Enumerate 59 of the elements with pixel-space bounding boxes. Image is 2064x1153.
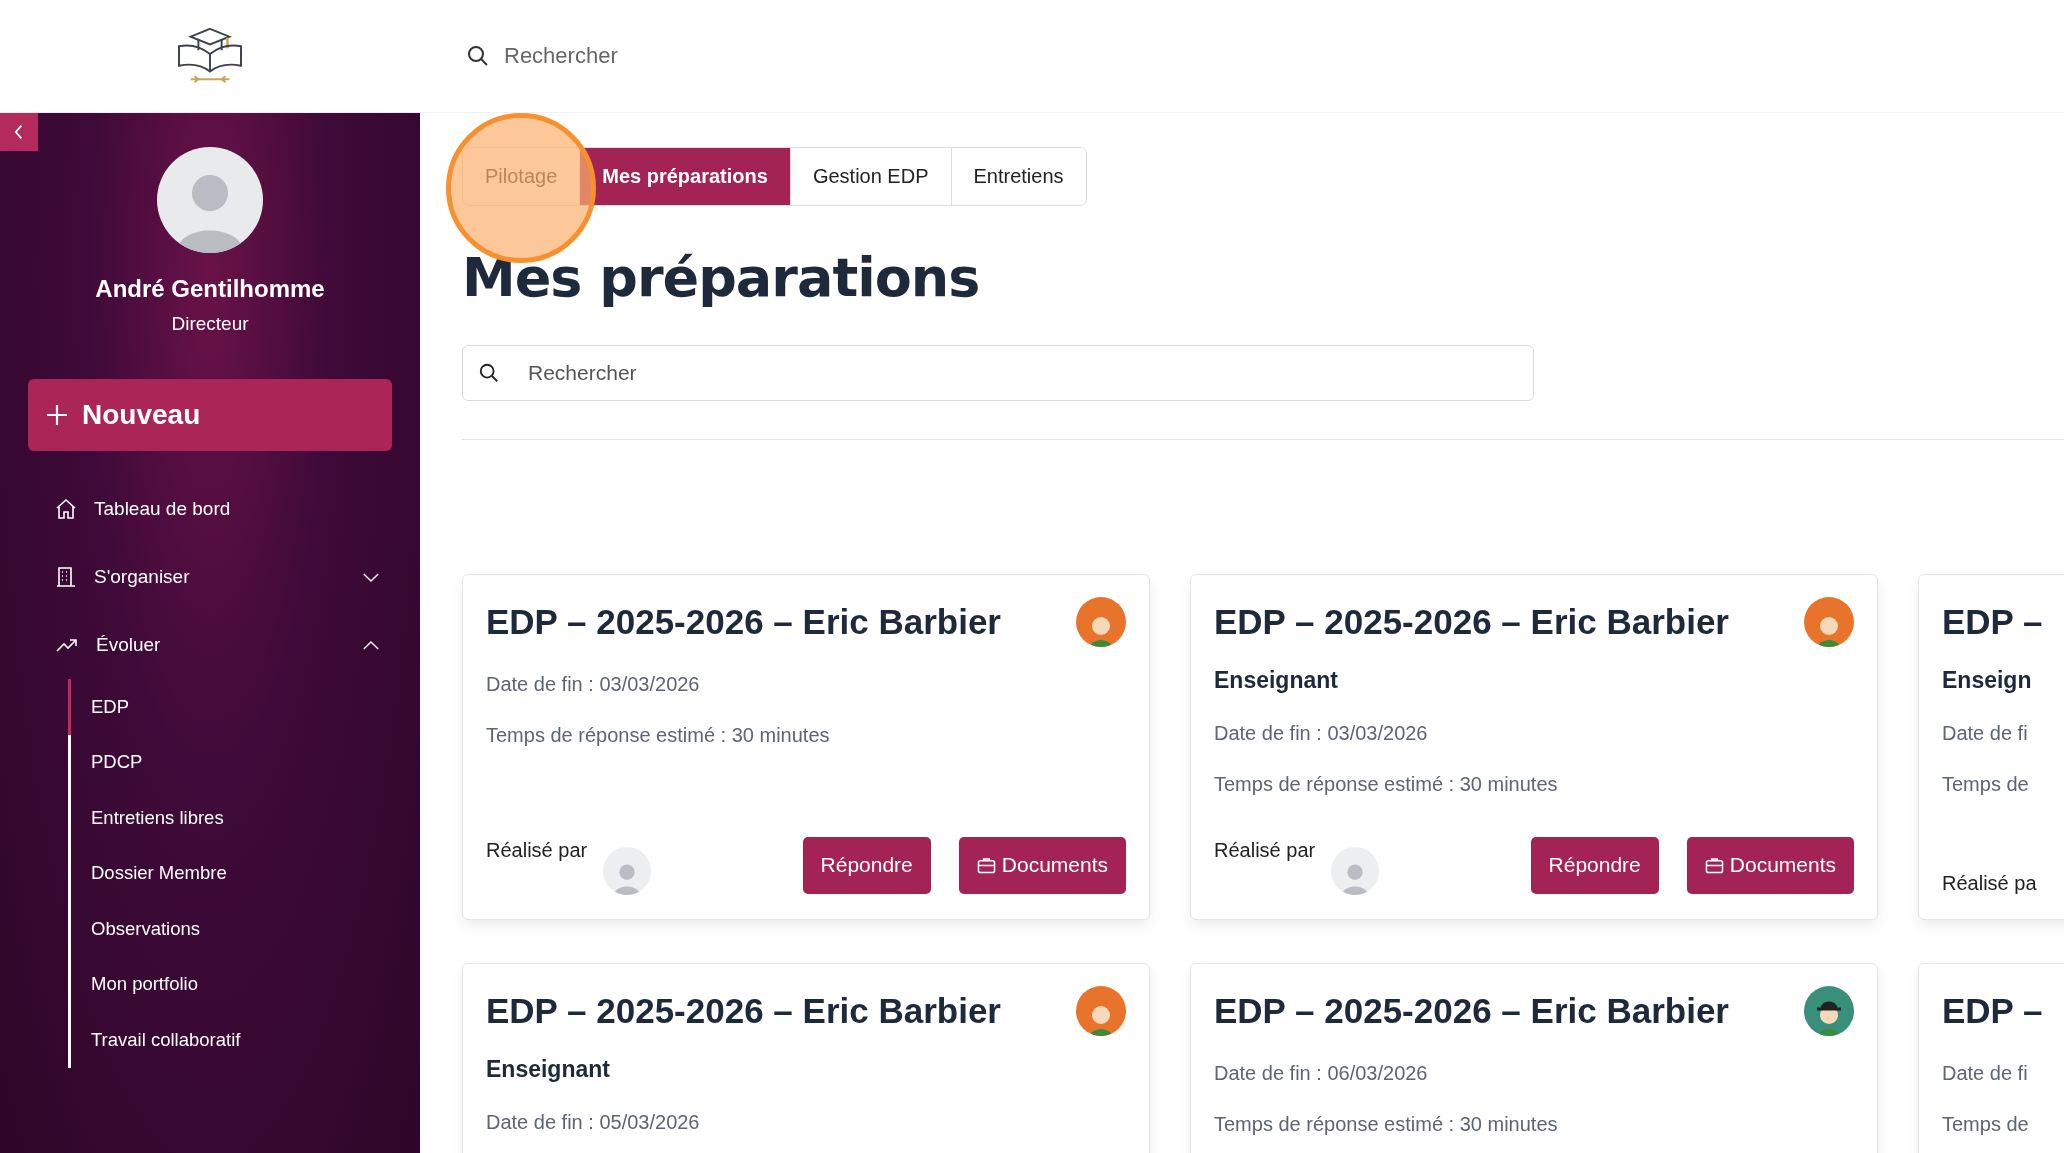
author-avatar [1331,847,1380,895]
collapse-sidebar-button[interactable] [0,113,38,151]
card-role: Enseignant [1214,667,1339,694]
nav-subitem[interactable]: Mon portfolio [68,956,420,1012]
card-title: EDP – [1942,991,2043,1031]
briefcase-icon [1704,856,1724,874]
card-role: Enseign [1942,667,2033,694]
done-by-label: Réalisé pa [1942,872,2037,895]
man-with-hat-avatar-icon [1804,986,1854,1036]
chevron-icon [362,639,380,651]
reply-button[interactable]: Répondre [1530,836,1659,894]
documents-button[interactable]: Documents [958,836,1126,894]
search-icon [478,362,500,384]
briefcase-icon [976,856,996,874]
search-icon [466,44,490,68]
tab[interactable]: Entretiens [950,148,1086,205]
done-by-label: Réalisé par [1214,839,1316,862]
end-date: Date de fin : 03/03/2026 [486,673,701,696]
user-role: Directeur [171,313,249,335]
woman-avatar-icon [1076,986,1126,1036]
estimated-time: Temps de réponse estimé : 30 minutes [1214,773,1559,796]
done-by-label: Réalisé par [486,839,588,862]
user-name: André Gentilhomme [95,275,325,303]
chevron-icon [362,571,380,583]
nav-item[interactable]: Évoluer [0,611,420,679]
reply-button[interactable]: Répondre [802,836,931,894]
plus-icon [46,404,68,426]
nav-subitem[interactable]: PDCP [68,734,420,790]
documents-button[interactable]: Documents [1686,836,1854,894]
card-title: EDP – [1942,602,2043,642]
estimated-time: Temps de [1942,1113,2030,1136]
card-role: Enseignant [486,1056,611,1083]
nav-subitem[interactable]: Dossier Membre [68,845,420,901]
end-date: Date de fi [1942,722,2029,745]
woman-avatar-icon [1076,597,1126,647]
estimated-time: Temps de réponse estimé : 30 minutes [486,724,831,747]
nav-item[interactable]: S'organiser [0,543,420,611]
end-date: Date de fin : 05/03/2026 [486,1111,701,1134]
card-title: EDP – 2025-2026 – Eric Barbier [1214,991,1729,1031]
nav-subitem[interactable]: Observations [68,901,420,957]
chevron-left-icon [14,124,24,140]
nav-subitem[interactable]: Travail collaboratif [68,1012,420,1068]
end-date: Date de fin : 03/03/2026 [1214,722,1429,745]
card-title: EDP – 2025-2026 – Eric Barbier [486,602,1001,642]
building-icon [54,565,78,589]
end-date: Date de fin : 06/03/2026 [1214,1062,1429,1085]
card-title: EDP – 2025-2026 – Eric Barbier [486,991,1001,1031]
author-avatar [603,847,652,895]
home-icon [54,497,78,521]
end-date: Date de fi [1942,1062,2029,1085]
nav-item[interactable]: Tableau de bord [0,475,420,543]
estimated-time: Temps de [1942,773,2030,796]
new-button[interactable]: Nouveau [28,379,392,451]
nav-subitem[interactable]: Entretiens libres [68,790,420,846]
card-title: EDP – 2025-2026 – Eric Barbier [1214,602,1729,642]
woman-avatar-icon [1804,597,1854,647]
page-title: Mes préparations [462,246,981,309]
search-field[interactable]: Rechercher [462,345,1534,401]
estimated-time: Temps de réponse estimé : 30 minutes [1214,1113,1559,1136]
